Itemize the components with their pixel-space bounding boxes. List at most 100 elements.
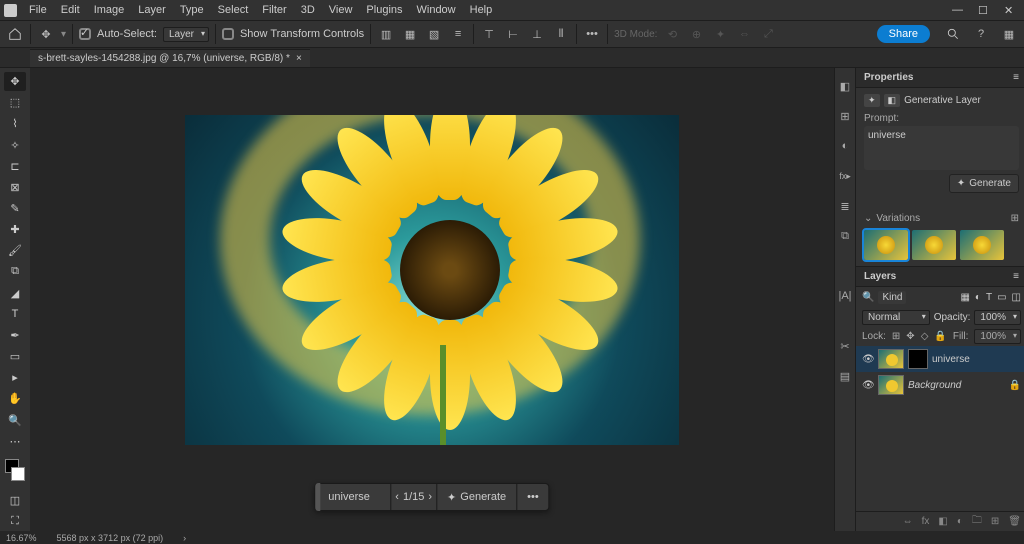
align-left-icon[interactable]: ▥: [377, 25, 395, 43]
libraries-panel-icon[interactable]: ⧉: [835, 226, 855, 246]
crop-tool[interactable]: ⊏: [4, 157, 26, 176]
variation-thumb-2[interactable]: [912, 230, 956, 260]
frame-tool[interactable]: ⊠: [4, 178, 26, 197]
edit-toolbar[interactable]: ⋯: [4, 432, 26, 451]
document-tab[interactable]: s-brett-sayles-1454288.jpg @ 16,7% (univ…: [30, 49, 310, 67]
distribute-icon[interactable]: ≡: [449, 25, 467, 43]
gen-next-icon[interactable]: ›: [428, 491, 432, 503]
fill-value[interactable]: 100%: [974, 329, 1021, 344]
visibility-icon[interactable]: 👁: [862, 354, 874, 365]
align-bot-icon[interactable]: ⊥: [528, 25, 546, 43]
auto-select-checkbox[interactable]: [79, 28, 91, 40]
close-icon[interactable]: ✕: [998, 2, 1012, 19]
lock-icon[interactable]: 🔒: [1009, 380, 1021, 391]
lasso-tool[interactable]: ⌇: [4, 114, 26, 133]
menu-window[interactable]: Window: [411, 2, 462, 18]
layer-row-universe[interactable]: 👁 universe: [856, 346, 1024, 372]
group-icon[interactable]: 🗀: [972, 513, 982, 530]
distribute-v-icon[interactable]: ⫴: [552, 25, 570, 43]
maximize-icon[interactable]: ☐: [972, 2, 986, 19]
gen-prompt-input[interactable]: [320, 491, 390, 503]
screenmode-tool[interactable]: ⛶: [4, 512, 26, 531]
variation-thumb-1[interactable]: [864, 230, 908, 260]
adjust-panel-icon[interactable]: ◐: [835, 136, 855, 156]
help-icon[interactable]: ?: [972, 25, 990, 43]
menu-3d[interactable]: 3D: [295, 2, 321, 18]
layer-name[interactable]: universe: [932, 354, 970, 365]
panel-menu-icon[interactable]: ≡: [1013, 72, 1019, 83]
lock-pix-icon[interactable]: ◇: [921, 331, 929, 342]
grid-view-icon[interactable]: ⊞: [1011, 213, 1019, 224]
variation-thumb-3[interactable]: [960, 230, 1004, 260]
menu-plugins[interactable]: Plugins: [360, 2, 408, 18]
align-right-icon[interactable]: ▧: [425, 25, 443, 43]
share-button[interactable]: Share: [877, 25, 930, 43]
home-icon[interactable]: [6, 25, 24, 43]
chevron-down-icon[interactable]: ⌄: [864, 213, 872, 224]
zoom-level[interactable]: 16.67%: [6, 533, 37, 543]
align-top-icon[interactable]: ⊤: [480, 25, 498, 43]
lock-all-icon[interactable]: ⊞: [892, 331, 900, 342]
layer-thumb[interactable]: [878, 349, 904, 369]
filter-pixel-icon[interactable]: ▦: [960, 292, 969, 303]
marquee-tool[interactable]: ⬚: [4, 93, 26, 112]
align-center-icon[interactable]: ▦: [401, 25, 419, 43]
brush-tool[interactable]: 🖌: [4, 241, 26, 260]
doc-dimensions[interactable]: 5568 px x 3712 px (72 ppi): [57, 533, 164, 543]
eyedropper-tool[interactable]: ✎: [4, 199, 26, 218]
link-layers-icon[interactable]: ⇔: [903, 516, 913, 527]
layer-thumb[interactable]: [878, 375, 904, 395]
adjustment-layer-icon[interactable]: ◐: [957, 516, 963, 527]
lock-art-icon[interactable]: 🔒: [934, 331, 946, 342]
menu-help[interactable]: Help: [464, 2, 499, 18]
auto-select-target[interactable]: Layer: [163, 27, 209, 42]
layers-panel-icon[interactable]: ≣: [835, 196, 855, 216]
more-align-icon[interactable]: •••: [583, 25, 601, 43]
canvas-area[interactable]: ‹ 1/15 › ✦ Generate •••: [30, 68, 834, 531]
history-panel-icon[interactable]: ✂: [835, 336, 855, 356]
stamp-tool[interactable]: ⧉: [4, 262, 26, 281]
filter-adjust-icon[interactable]: ◐: [975, 292, 981, 303]
properties-generate-button[interactable]: ✦ Generate: [949, 174, 1019, 193]
status-chevron-icon[interactable]: ›: [183, 533, 186, 543]
move-tool[interactable]: ✥: [4, 72, 26, 91]
menu-image[interactable]: Image: [88, 2, 131, 18]
layer-mask-icon[interactable]: ◧: [938, 516, 947, 527]
gen-more-icon[interactable]: •••: [516, 484, 549, 510]
hand-tool[interactable]: ✋: [4, 389, 26, 408]
heal-tool[interactable]: ✚: [4, 220, 26, 239]
visibility-icon[interactable]: 👁: [862, 380, 874, 391]
layer-fx-icon[interactable]: fx: [922, 516, 930, 527]
menu-type[interactable]: Type: [174, 2, 210, 18]
wand-tool[interactable]: ✧: [4, 135, 26, 154]
delete-layer-icon[interactable]: 🗑: [1008, 516, 1021, 527]
menu-file[interactable]: File: [23, 2, 53, 18]
zoom-tool[interactable]: 🔍: [4, 411, 26, 430]
workspace-icon[interactable]: ▦: [1000, 25, 1018, 43]
prompt-textarea[interactable]: universe: [864, 126, 1019, 170]
gradient-tool[interactable]: ◢: [4, 284, 26, 303]
align-mid-icon[interactable]: ⊢: [504, 25, 522, 43]
layer-filter-kind[interactable]: Kind: [878, 291, 906, 304]
path-select-tool[interactable]: ▸: [4, 368, 26, 387]
shape-tool[interactable]: ▭: [4, 347, 26, 366]
quickmask-tool[interactable]: ◫: [4, 491, 26, 510]
menu-view[interactable]: View: [323, 2, 359, 18]
panel-menu-icon[interactable]: ≡: [1013, 271, 1019, 282]
filter-type-icon[interactable]: T: [986, 292, 992, 303]
pen-tool[interactable]: ✒: [4, 326, 26, 345]
swatches-panel-icon[interactable]: ⊞: [835, 106, 855, 126]
lock-pos-icon[interactable]: ✥: [906, 331, 914, 342]
color-panel-icon[interactable]: ◧: [835, 76, 855, 96]
blend-mode-select[interactable]: Normal: [862, 310, 930, 325]
type-tool[interactable]: T: [4, 305, 26, 324]
layers-panel-header[interactable]: Layers ≡: [856, 267, 1024, 287]
layer-row-background[interactable]: 👁 Background 🔒: [856, 372, 1024, 398]
glyphs-panel-icon[interactable]: |A|: [835, 286, 855, 306]
fx-panel-icon[interactable]: fx▸: [835, 166, 855, 186]
menu-select[interactable]: Select: [212, 2, 255, 18]
menu-layer[interactable]: Layer: [132, 2, 172, 18]
gen-prev-icon[interactable]: ‹: [395, 491, 399, 503]
search-icon[interactable]: [944, 25, 962, 43]
minimize-icon[interactable]: —: [946, 2, 960, 19]
